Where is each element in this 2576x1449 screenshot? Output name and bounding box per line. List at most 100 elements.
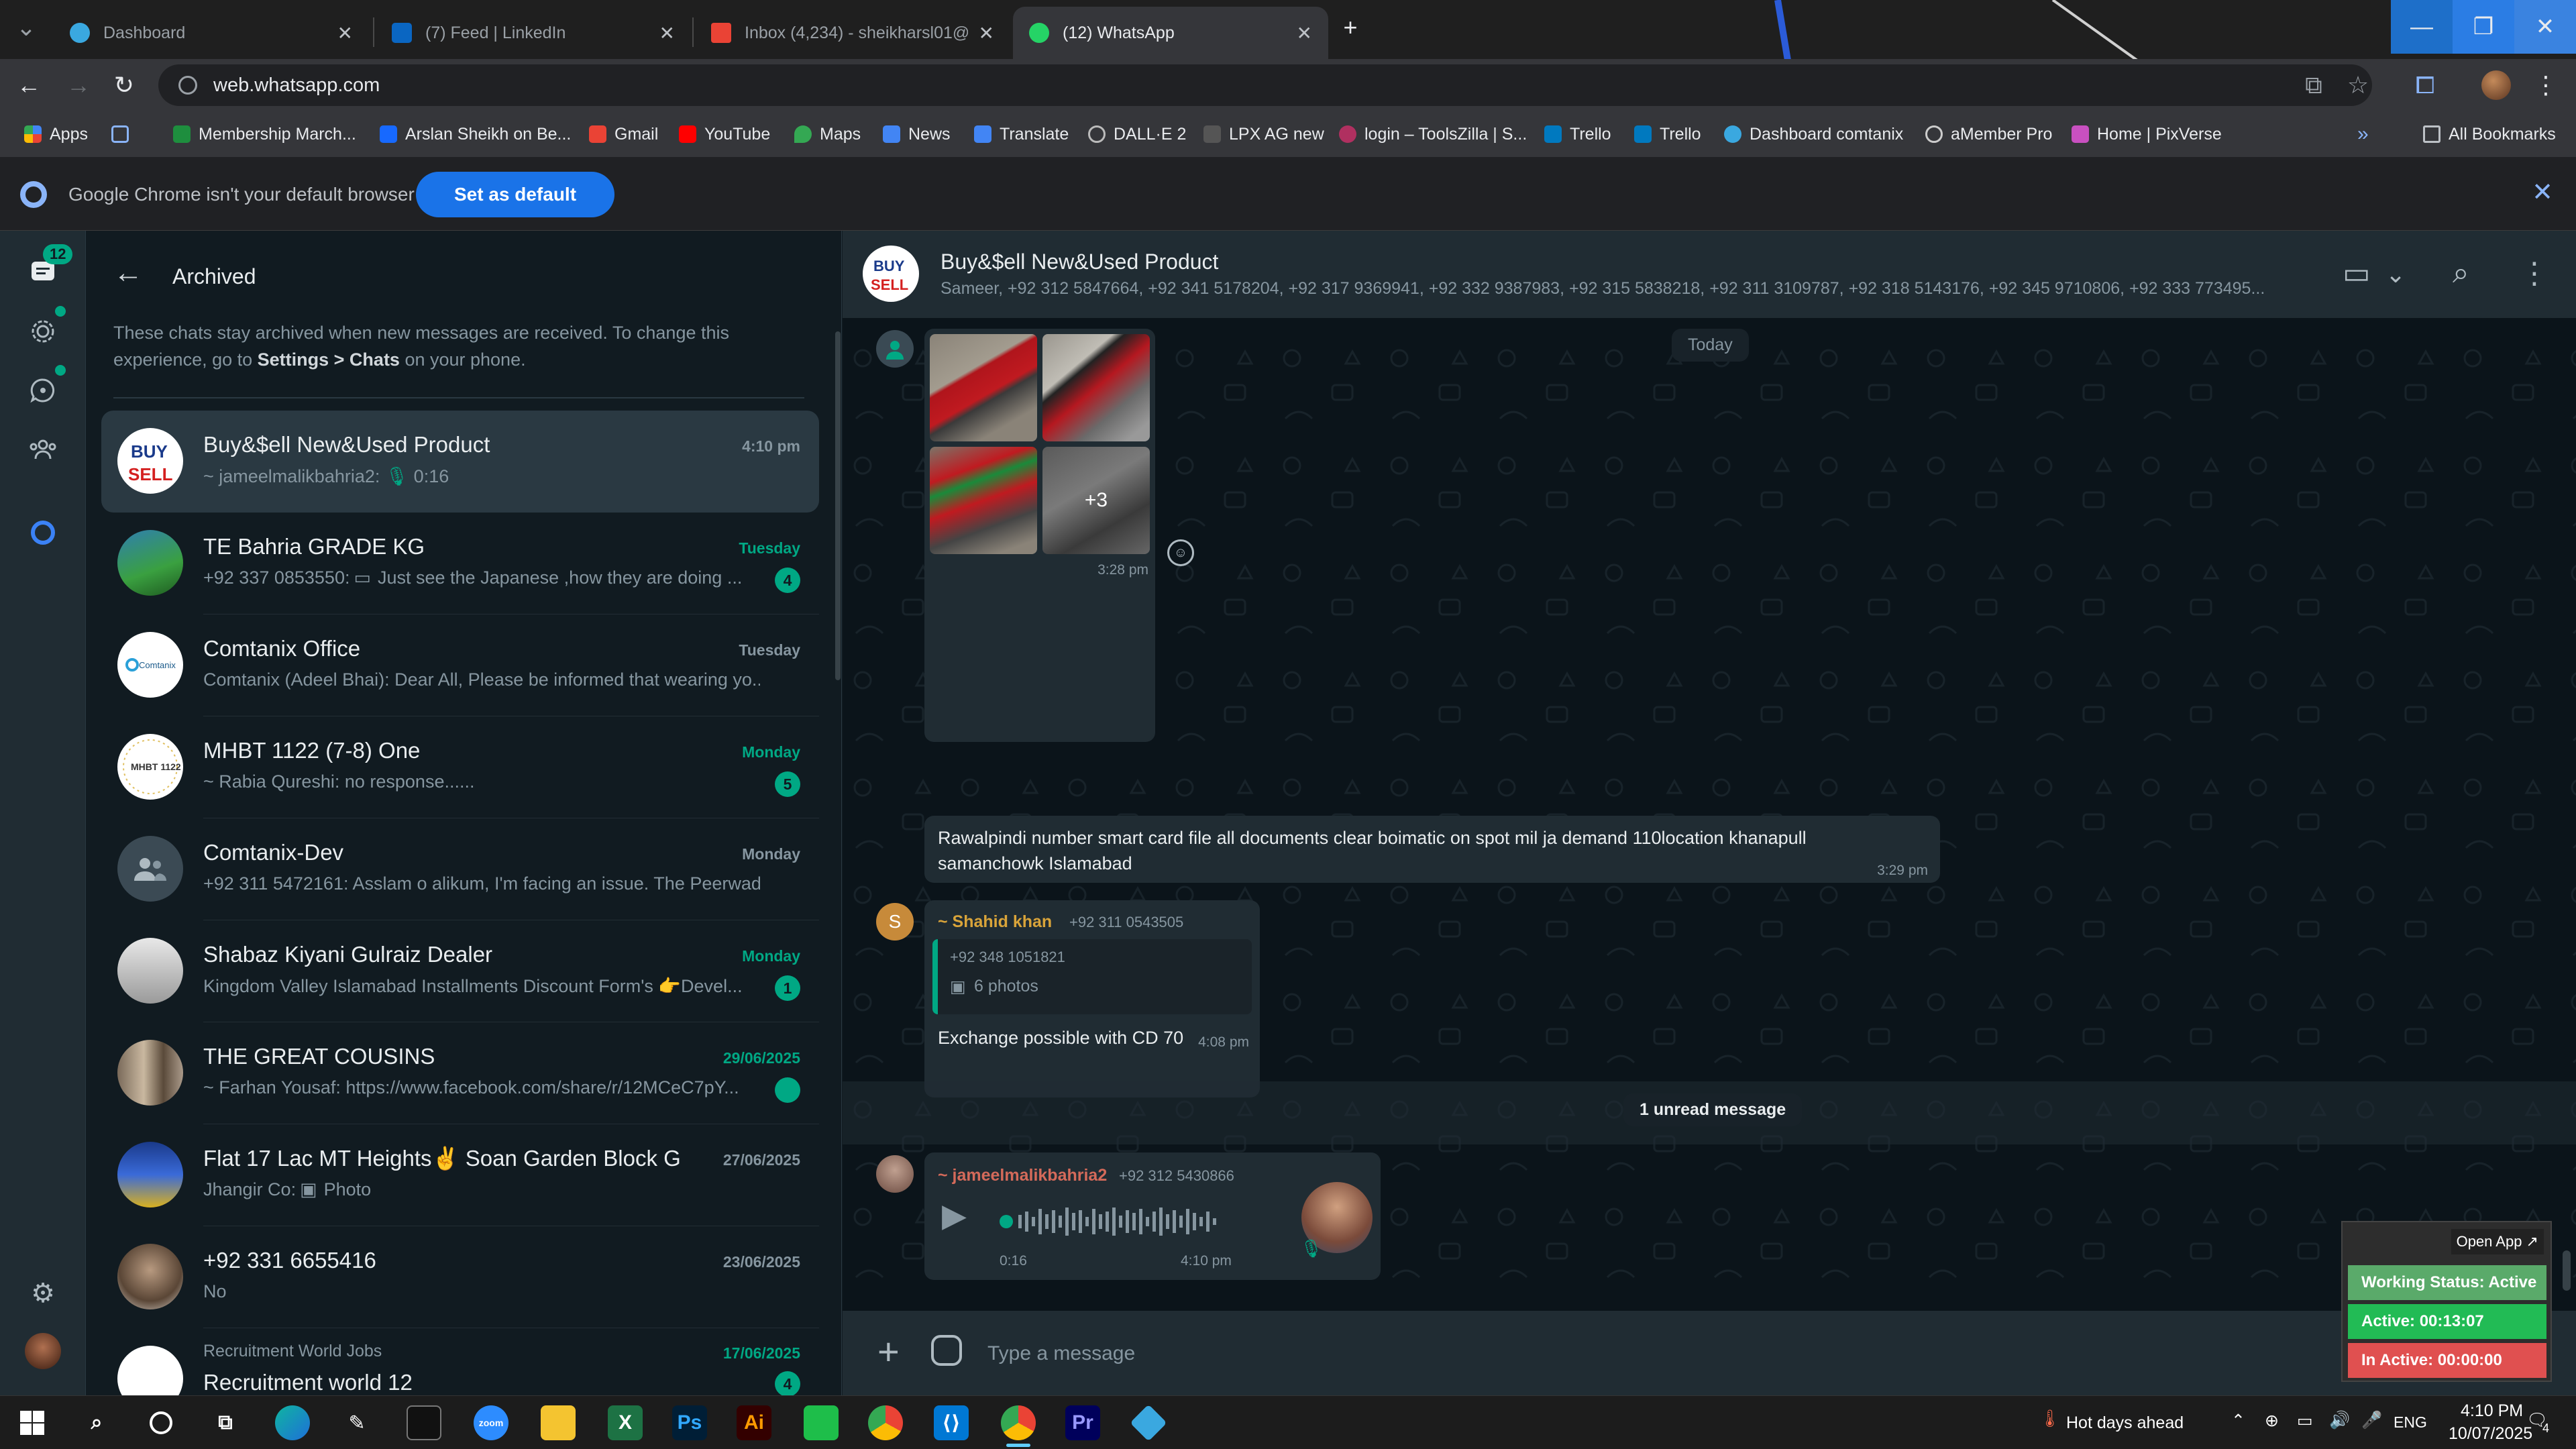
tab-whatsapp[interactable]: (12) WhatsApp ✕ [1013,7,1328,59]
motorcycle-photo-1[interactable] [930,334,1037,441]
chat-item-mhbt-1122[interactable]: MHBT 1122 MHBT 1122 (7-8) One Monday ~ R… [101,716,819,818]
chat-item-flat-17-lac[interactable]: Flat 17 Lac MT Heights✌️ Soan Garden Blo… [101,1124,819,1226]
voice-waveform[interactable] [1000,1205,1254,1238]
chevron-down-icon[interactable]: ⌄ [2385,260,2406,288]
bookmark-translate[interactable]: Translate [974,121,1069,148]
message-input[interactable] [978,1328,2454,1379]
bookmark-behance[interactable]: Arslan Sheikh on Be... [380,121,571,148]
volume-icon[interactable]: 🔊 [2329,1411,2350,1430]
bookmark-amember[interactable]: aMember Pro [1925,121,2052,148]
bookmark-trello-1[interactable]: Trello [1544,121,1611,148]
message-bubble[interactable]: Rawalpindi number smart card file all do… [924,816,1940,883]
motorcycle-photo-2[interactable] [1042,334,1150,441]
zoom-icon[interactable]: zoom [474,1405,508,1440]
microphone-tray-icon[interactable]: 🎤 [2361,1411,2382,1430]
channels-icon[interactable] [23,370,63,411]
extensions-icon[interactable]: ⧠ [2408,68,2442,102]
task-view-icon[interactable]: ⧉ [208,1405,243,1440]
chat-item-buy-sell[interactable]: BUY SELL Buy&$ell New&Used Product 4:10 p… [101,411,819,513]
forward-arrow-icon[interactable]: → [62,68,95,102]
chat-item-great-cousins[interactable]: THE GREAT COUSINS 29/06/2025 ~ Farhan Yo… [101,1022,819,1124]
user-profile-avatar[interactable] [23,1331,63,1371]
search-icon[interactable]: ⌕ [79,1405,114,1440]
bookmark-dalle[interactable]: DALL·E 2 [1088,121,1186,148]
bookmark-youtube[interactable]: YouTube [679,121,770,148]
restore-icon[interactable]: ❐ [2453,0,2514,54]
close-icon[interactable]: ✕ [979,22,994,44]
chat-item-phone-6655416[interactable]: +92 331 6655416 23/06/2025 No [101,1226,819,1328]
chat-item-comtanix-office[interactable]: Comtanix Comtanix Office Tuesday Comtani… [101,614,819,716]
conversation-scrollbar[interactable] [2563,1250,2571,1291]
more-photos-overlay[interactable]: +3 [1042,447,1150,554]
bookmark-apps[interactable]: Apps [24,121,88,148]
window-close-icon[interactable]: ✕ [2514,0,2576,54]
language-indicator[interactable]: ENG [2394,1413,2427,1432]
bookmark-tab-groups[interactable] [111,121,137,148]
video-call-icon[interactable]: ▭ [2343,256,2371,290]
status-icon[interactable] [23,311,63,352]
chat-list-scrollbar[interactable] [835,331,841,680]
close-icon[interactable]: ✕ [337,22,353,44]
set-as-default-button[interactable]: Set as default [416,172,614,217]
chevron-up-icon[interactable]: ⌃ [2231,1411,2245,1431]
chrome-active-icon[interactable] [1001,1405,1036,1447]
bookmark-gmail[interactable]: Gmail [589,121,658,148]
chat-item-te-bahria[interactable]: TE Bahria GRADE KG Tuesday +92 337 08535… [101,513,819,614]
address-bar[interactable]: web.whatsapp.com [158,64,2372,106]
reload-icon[interactable]: ↻ [107,68,141,102]
bookmark-trello-2[interactable]: Trello [1634,121,1701,148]
close-icon[interactable]: ✕ [2532,177,2553,207]
bookmark-dashboard-comtanix[interactable]: Dashboard comtanix [1724,121,1903,148]
bookmark-maps[interactable]: Maps [794,121,861,148]
edge-browser-icon[interactable] [275,1405,310,1440]
close-icon[interactable]: ✕ [1297,22,1312,44]
chrome-icon[interactable] [868,1405,903,1440]
wifi-icon[interactable]: ▭ [2297,1411,2313,1431]
chat-item-comtanix-dev[interactable]: Comtanix-Dev Monday +92 311 5472161: Ass… [101,818,819,920]
search-icon[interactable]: ⌕ [2453,256,2469,290]
more-options-icon[interactable]: ⋮ [2520,256,2549,290]
minimize-icon[interactable]: — [2391,0,2453,54]
site-info-icon[interactable] [178,76,197,95]
pen-tool-icon[interactable]: ✎ [339,1405,374,1440]
sticker-emoji-icon[interactable] [931,1335,962,1366]
tab-linkedin[interactable]: (7) Feed | LinkedIn ✕ [376,7,691,59]
play-icon[interactable]: ▶ [942,1197,967,1234]
more-bookmarks-chevron-icon[interactable]: » [2357,121,2369,148]
sender-name[interactable]: ~ Shahid khan [938,912,1052,932]
bookmark-news[interactable]: News [883,121,951,148]
weather-text[interactable]: Hot days ahead [2066,1413,2184,1433]
chat-item-shabaz-kiyani[interactable]: Shabaz Kiyani Gulraiz Dealer Monday King… [101,920,819,1022]
tab-search-chevron-icon[interactable]: ⌄ [9,11,43,44]
bookmark-star-icon[interactable]: ☆ [2341,68,2375,102]
attach-plus-icon[interactable]: + [877,1330,900,1373]
clock-time[interactable]: 4:10 PM [2461,1401,2523,1421]
bookmark-lpx[interactable]: LPX AG new [1203,121,1324,148]
tab-dashboard[interactable]: Dashboard ✕ [54,7,369,59]
file-explorer-icon[interactable] [541,1405,576,1440]
open-app-button[interactable]: Open App ↗ [2451,1229,2544,1254]
group-avatar[interactable]: BUY SELL [863,246,919,302]
meta-ai-icon[interactable] [23,513,63,553]
message-bubble-shahid[interactable]: ~ Shahid khan +92 311 0543505 +92 348 10… [924,900,1260,1097]
clock-date[interactable]: 10/07/2025 [2449,1424,2532,1444]
terminal-icon[interactable] [407,1405,441,1440]
conversation-header[interactable]: BUY SELL Buy&$ell New&Used Product Sameer… [843,231,2576,318]
green-app-icon[interactable] [804,1405,839,1440]
tab-gmail[interactable]: Inbox (4,234) - sheikharsl01@g ✕ [695,7,1010,59]
profile-avatar[interactable] [2479,68,2513,102]
voice-message-bubble[interactable]: ~ jameelmalikbahria2 +92 312 5430866 ▶ 0… [924,1152,1381,1280]
network-icon[interactable]: ⊕ [2265,1411,2279,1431]
sender-avatar[interactable]: S [876,903,914,941]
all-bookmarks-folder[interactable]: All Bookmarks [2423,121,2556,148]
communities-icon[interactable] [23,429,63,470]
illustrator-icon[interactable]: Ai [737,1405,771,1440]
bookmark-toolszilla[interactable]: login – ToolsZilla | S... [1339,121,1527,148]
excel-icon[interactable]: X [608,1405,643,1440]
react-emoji-icon[interactable]: ☺ [1167,539,1194,566]
sender-name[interactable]: ~ jameelmalikbahria2 [938,1166,1107,1185]
settings-gear-icon[interactable]: ⚙ [23,1273,63,1313]
install-app-icon[interactable]: ⧉ [2297,68,2330,102]
back-arrow-icon[interactable]: ← [113,256,143,290]
dashboard-app-icon[interactable] [1130,1404,1167,1442]
